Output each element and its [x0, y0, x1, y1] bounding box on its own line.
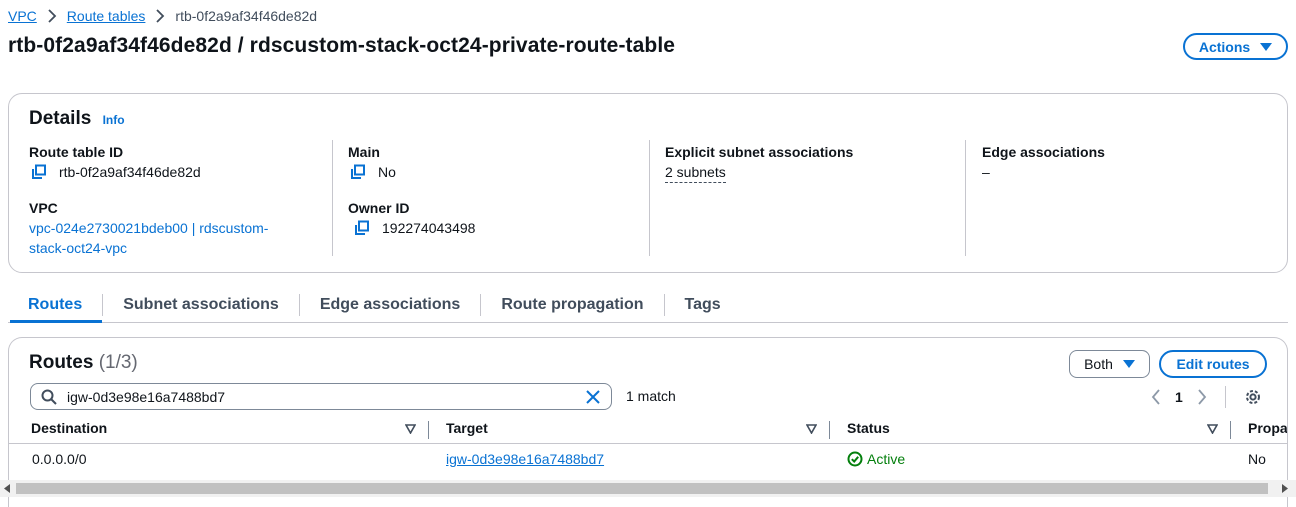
vpc-link[interactable]: vpc-024e2730021bdeb00 | rdscustom- stack…	[29, 218, 329, 258]
search-field[interactable]	[30, 383, 612, 410]
filter-dropdown-label: Both	[1084, 356, 1113, 372]
scroll-left-icon[interactable]	[4, 484, 12, 493]
details-heading: Details	[29, 108, 92, 129]
vpc-link-line1: vpc-024e2730021bdeb00 | rdscustom-	[29, 220, 269, 236]
main-value: No	[348, 162, 632, 182]
cell-status: Active	[847, 451, 905, 467]
chevron-right-icon	[47, 9, 57, 23]
cell-target: igw-0d3e98e16a7488bd7	[446, 451, 604, 467]
tab-edge-associations[interactable]: Edge associations	[300, 290, 481, 322]
details-column-1: Route table ID rtb-0f2a9af34f46de82d VPC…	[29, 140, 329, 256]
column-header-label: Destination	[31, 420, 108, 436]
cell-destination: 0.0.0.0/0	[32, 451, 87, 467]
caret-down-icon	[1122, 356, 1135, 372]
vpc-link-line2: stack-oct24-vpc	[29, 240, 128, 256]
tab-tags[interactable]: Tags	[665, 290, 741, 322]
route-table-id-label: Route table ID	[29, 144, 124, 160]
tab-subnet-associations[interactable]: Subnet associations	[103, 290, 299, 322]
info-link[interactable]: Info	[103, 113, 125, 127]
page-title: rtb-0f2a9af34f46de82d / rdscustom-stack-…	[8, 34, 676, 57]
column-header-label: Target	[446, 420, 488, 436]
copy-icon[interactable]	[350, 164, 366, 180]
pager-divider	[1224, 386, 1226, 408]
search-icon	[41, 389, 57, 405]
breadcrumb-vpc[interactable]: VPC	[8, 6, 37, 26]
main-value-text: No	[378, 164, 396, 180]
owner-id-value: 192274043498	[348, 218, 632, 238]
table-row[interactable]: 0.0.0.0/0 igw-0d3e98e16a7488bd7 Active N…	[9, 445, 1287, 475]
column-header-label: Propaga	[1248, 420, 1288, 436]
horizontal-scrollbar[interactable]	[0, 480, 1296, 497]
route-table-id-text: rtb-0f2a9af34f46de82d	[59, 164, 201, 180]
details-column-4: Edge associations –	[965, 140, 1265, 256]
match-count: 1 match	[626, 388, 676, 404]
column-header-label: Status	[847, 420, 890, 436]
copy-icon[interactable]	[31, 164, 47, 180]
subnet-assoc-link[interactable]: 2 subnets	[665, 162, 726, 183]
column-divider[interactable]	[829, 421, 830, 439]
breadcrumb: VPC Route tables rtb-0f2a9af34f46de82d	[8, 6, 317, 26]
tab-routes[interactable]: Routes	[8, 290, 103, 323]
tab-bar: Routes Subnet associations Edge associat…	[8, 290, 1288, 323]
edge-assoc-value: –	[982, 164, 990, 180]
sort-icon[interactable]	[806, 424, 817, 434]
column-header-status[interactable]: Status	[847, 420, 890, 436]
scroll-right-icon[interactable]	[1280, 484, 1288, 493]
target-link[interactable]: igw-0d3e98e16a7488bd7	[446, 451, 604, 467]
actions-button[interactable]: Actions	[1183, 33, 1288, 60]
copy-icon[interactable]	[354, 220, 370, 236]
breadcrumb-route-tables[interactable]: Route tables	[67, 6, 146, 26]
edge-assoc-label: Edge associations	[982, 144, 1105, 160]
column-divider[interactable]	[1230, 421, 1231, 439]
routes-heading: Routes	[29, 352, 94, 373]
column-header-propagated[interactable]: Propaga	[1248, 420, 1288, 436]
owner-id-text: 192274043498	[382, 220, 476, 236]
chevron-right-icon	[155, 9, 165, 23]
page-number[interactable]: 1	[1175, 389, 1183, 405]
caret-down-icon	[1260, 39, 1273, 55]
vpc-label: VPC	[29, 200, 58, 216]
filter-dropdown[interactable]: Both	[1069, 350, 1150, 378]
scrollbar-thumb[interactable]	[16, 483, 1268, 494]
column-divider[interactable]	[428, 421, 429, 439]
pagination: 1	[1151, 386, 1262, 408]
subnet-assoc-label: Explicit subnet associations	[665, 144, 854, 160]
column-header-target[interactable]: Target	[446, 420, 488, 436]
chevron-right-icon[interactable]	[1197, 389, 1207, 405]
subnet-assoc-value: 2 subnets	[665, 162, 949, 183]
column-header-destination[interactable]: Destination	[31, 420, 107, 436]
details-title: Details Info	[29, 108, 125, 130]
owner-id-label: Owner ID	[348, 200, 410, 216]
sort-icon[interactable]	[1207, 424, 1218, 434]
routes-count: (1/3)	[98, 352, 138, 373]
table-header: Destination Target Status Propaga	[9, 416, 1288, 444]
settings-icon[interactable]	[1244, 388, 1262, 406]
main-label: Main	[348, 144, 380, 160]
edit-routes-button[interactable]: Edit routes	[1159, 350, 1267, 378]
actions-label: Actions	[1198, 38, 1251, 55]
tab-route-propagation[interactable]: Route propagation	[481, 290, 663, 322]
search-input[interactable]	[65, 387, 565, 406]
status-text: Active	[867, 451, 906, 467]
route-table-id-value: rtb-0f2a9af34f46de82d	[29, 162, 329, 182]
clear-icon[interactable]	[585, 389, 601, 405]
breadcrumb-current: rtb-0f2a9af34f46de82d	[175, 8, 318, 24]
details-panel: Details Info Route table ID rtb-0f2a9af3…	[8, 93, 1288, 273]
cell-propagated: No	[1248, 451, 1266, 467]
details-column-2: Main No Owner ID 192274043498	[332, 140, 632, 256]
chevron-left-icon[interactable]	[1151, 389, 1161, 405]
details-column-3: Explicit subnet associations 2 subnets	[649, 140, 949, 256]
routes-title: Routes (1/3)	[29, 352, 138, 374]
sort-icon[interactable]	[405, 424, 416, 434]
status-success-icon	[847, 451, 863, 467]
